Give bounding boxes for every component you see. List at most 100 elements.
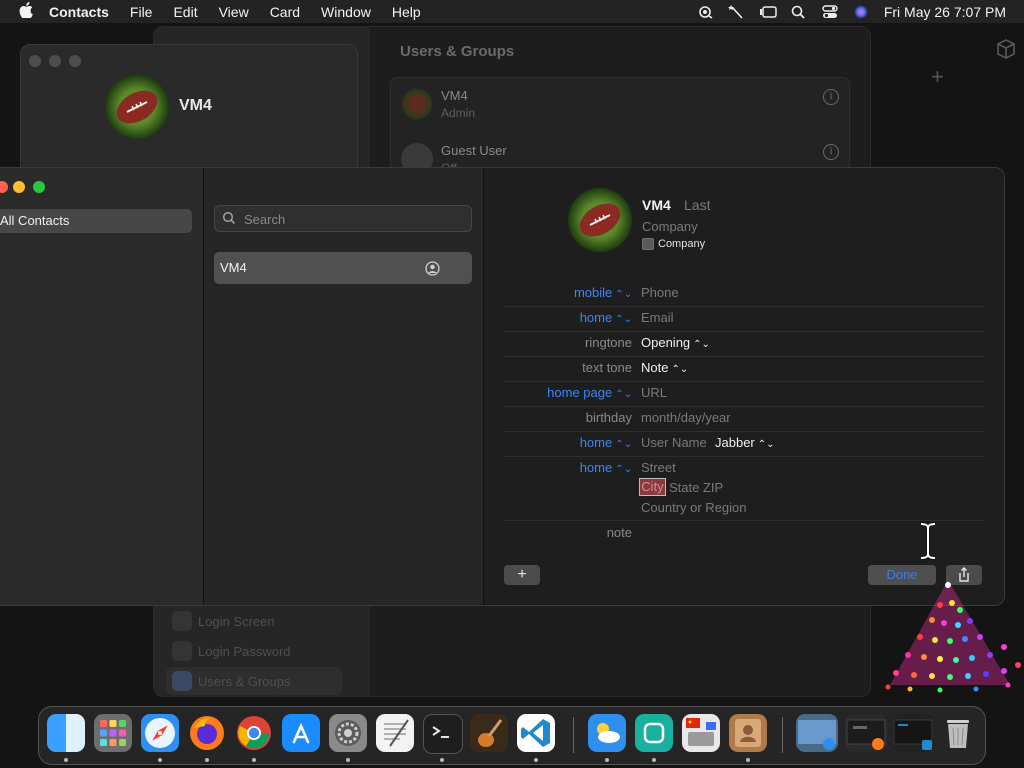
search-field[interactable]: [214, 205, 472, 232]
contacts-icon[interactable]: [729, 714, 767, 752]
search-input[interactable]: [242, 209, 466, 229]
football-avatar-icon: [105, 75, 169, 139]
control-center-icon[interactable]: [821, 4, 839, 19]
chrome-icon[interactable]: [235, 714, 273, 752]
menu-bar: Contacts File Edit View Card Window Help…: [0, 0, 1024, 23]
stage-manager-icon[interactable]: [759, 5, 777, 19]
stepper-icon: ⌃⌄: [615, 314, 632, 325]
contact-list-item[interactable]: VM4: [214, 252, 472, 284]
group-all-contacts[interactable]: All Contacts: [0, 209, 192, 233]
info-icon[interactable]: i: [823, 144, 839, 160]
screen-record-icon[interactable]: [697, 5, 715, 19]
sidebar-item-login-password[interactable]: Login Password: [166, 637, 342, 665]
finder-icon[interactable]: [47, 714, 85, 752]
last-name-field[interactable]: Last: [684, 197, 710, 213]
zoom-button[interactable]: [69, 55, 81, 67]
vscode-icon[interactable]: [517, 714, 555, 752]
email-input[interactable]: Email: [641, 310, 674, 325]
phone-input[interactable]: Phone: [641, 285, 679, 300]
address-label-popup[interactable]: home ⌃⌄: [580, 460, 632, 475]
system-settings-icon[interactable]: [329, 714, 367, 752]
magic-wand-icon[interactable]: [727, 4, 746, 19]
menu-app-name[interactable]: Contacts: [49, 4, 109, 20]
field-row-url: home page ⌃⌄ URL: [504, 381, 984, 407]
note-label: note: [606, 525, 632, 540]
apple-menu-icon[interactable]: [18, 1, 34, 22]
im-service-popup[interactable]: Jabber ⌃⌄: [715, 435, 775, 450]
birthday-label: birthday: [585, 410, 632, 425]
close-button[interactable]: [0, 181, 8, 193]
street-input[interactable]: Street: [641, 460, 676, 475]
close-button[interactable]: [29, 55, 41, 67]
sidebar-item-login-screen[interactable]: Login Screen: [166, 607, 342, 635]
minimize-button[interactable]: [13, 181, 25, 193]
url-label-popup[interactable]: home page ⌃⌄: [547, 385, 632, 400]
field-row-note: note: [504, 521, 984, 546]
contact-name: VM4: [179, 97, 212, 114]
menu-file[interactable]: File: [130, 4, 153, 20]
input-sources-icon[interactable]: [682, 714, 720, 752]
sidebar-item-label: Users & Groups: [198, 673, 291, 689]
email-label-popup[interactable]: home ⌃⌄: [580, 310, 632, 325]
ringtone-label: ringtone: [585, 335, 632, 350]
text-tone-value: Note: [641, 360, 669, 375]
field-row-email: home ⌃⌄ Email: [504, 306, 984, 332]
stepper-icon: ⌃⌄: [693, 339, 710, 350]
company-field[interactable]: Company: [642, 219, 698, 234]
city-input[interactable]: City: [639, 478, 666, 496]
ringtone-popup[interactable]: Opening ⌃⌄: [641, 335, 710, 350]
menu-edit[interactable]: Edit: [173, 4, 197, 20]
birthday-input[interactable]: month/day/year: [641, 410, 731, 425]
country-input[interactable]: Country or Region: [641, 500, 747, 515]
firefox-icon[interactable]: [188, 714, 226, 752]
user-name: Guest User: [441, 143, 507, 158]
info-icon[interactable]: i: [823, 89, 839, 105]
field-row-ringtone: ringtone Opening ⌃⌄: [504, 331, 984, 357]
phone-label-popup[interactable]: mobile ⌃⌄: [574, 285, 632, 300]
garageband-icon[interactable]: [470, 714, 508, 752]
menu-help[interactable]: Help: [392, 4, 421, 20]
first-name-field[interactable]: VM4: [642, 197, 671, 213]
url-input[interactable]: URL: [641, 385, 667, 400]
menu-window[interactable]: Window: [321, 4, 371, 20]
running-indicator: [440, 758, 444, 762]
spotlight-search-icon[interactable]: [790, 5, 808, 19]
zoom-button[interactable]: [33, 181, 45, 193]
running-indicator: [64, 758, 68, 762]
im-username-input[interactable]: User Name: [641, 435, 707, 450]
weather-icon[interactable]: [588, 714, 626, 752]
terminal-icon[interactable]: [423, 714, 463, 754]
cube-icon[interactable]: [995, 38, 1017, 60]
window-preview-icon[interactable]: [796, 714, 838, 752]
user-row[interactable]: VM4 Admin i: [391, 78, 849, 130]
minimize-button[interactable]: [49, 55, 61, 67]
launchpad-icon[interactable]: [94, 714, 132, 752]
app-store-icon[interactable]: [282, 714, 320, 752]
company-checkbox-label: Company: [658, 238, 706, 250]
field-row-im: home ⌃⌄ User Name Jabber ⌃⌄: [504, 431, 984, 457]
state-zip-input[interactable]: State ZIP: [669, 480, 723, 495]
contact-list-name: VM4: [220, 260, 247, 275]
menu-clock[interactable]: Fri May 26 7:07 PM: [884, 4, 1006, 20]
running-indicator: [534, 758, 538, 762]
sidebar-item-label: Login Screen: [198, 613, 275, 629]
company-checkbox[interactable]: [642, 238, 654, 250]
menu-view[interactable]: View: [219, 4, 249, 20]
running-indicator: [652, 758, 656, 762]
ringtone-value: Opening: [641, 335, 691, 350]
text-tone-popup[interactable]: Note ⌃⌄: [641, 360, 688, 375]
textedit-icon[interactable]: [376, 714, 414, 752]
safari-icon[interactable]: [141, 714, 179, 752]
sidebar-item-users-groups[interactable]: Users & Groups: [166, 667, 342, 695]
trash-icon[interactable]: [939, 714, 977, 752]
football-avatar-icon[interactable]: [568, 188, 632, 252]
window-preview-icon[interactable]: [845, 714, 887, 752]
my-card-icon: [425, 261, 440, 276]
im-label-popup[interactable]: home ⌃⌄: [580, 435, 632, 450]
menu-card[interactable]: Card: [270, 4, 300, 20]
screen-time-icon[interactable]: [635, 714, 673, 752]
add-field-button[interactable]: +: [504, 565, 540, 585]
siri-icon[interactable]: [852, 5, 870, 19]
add-user-icon[interactable]: +: [931, 64, 944, 90]
window-preview-icon[interactable]: [892, 714, 934, 752]
